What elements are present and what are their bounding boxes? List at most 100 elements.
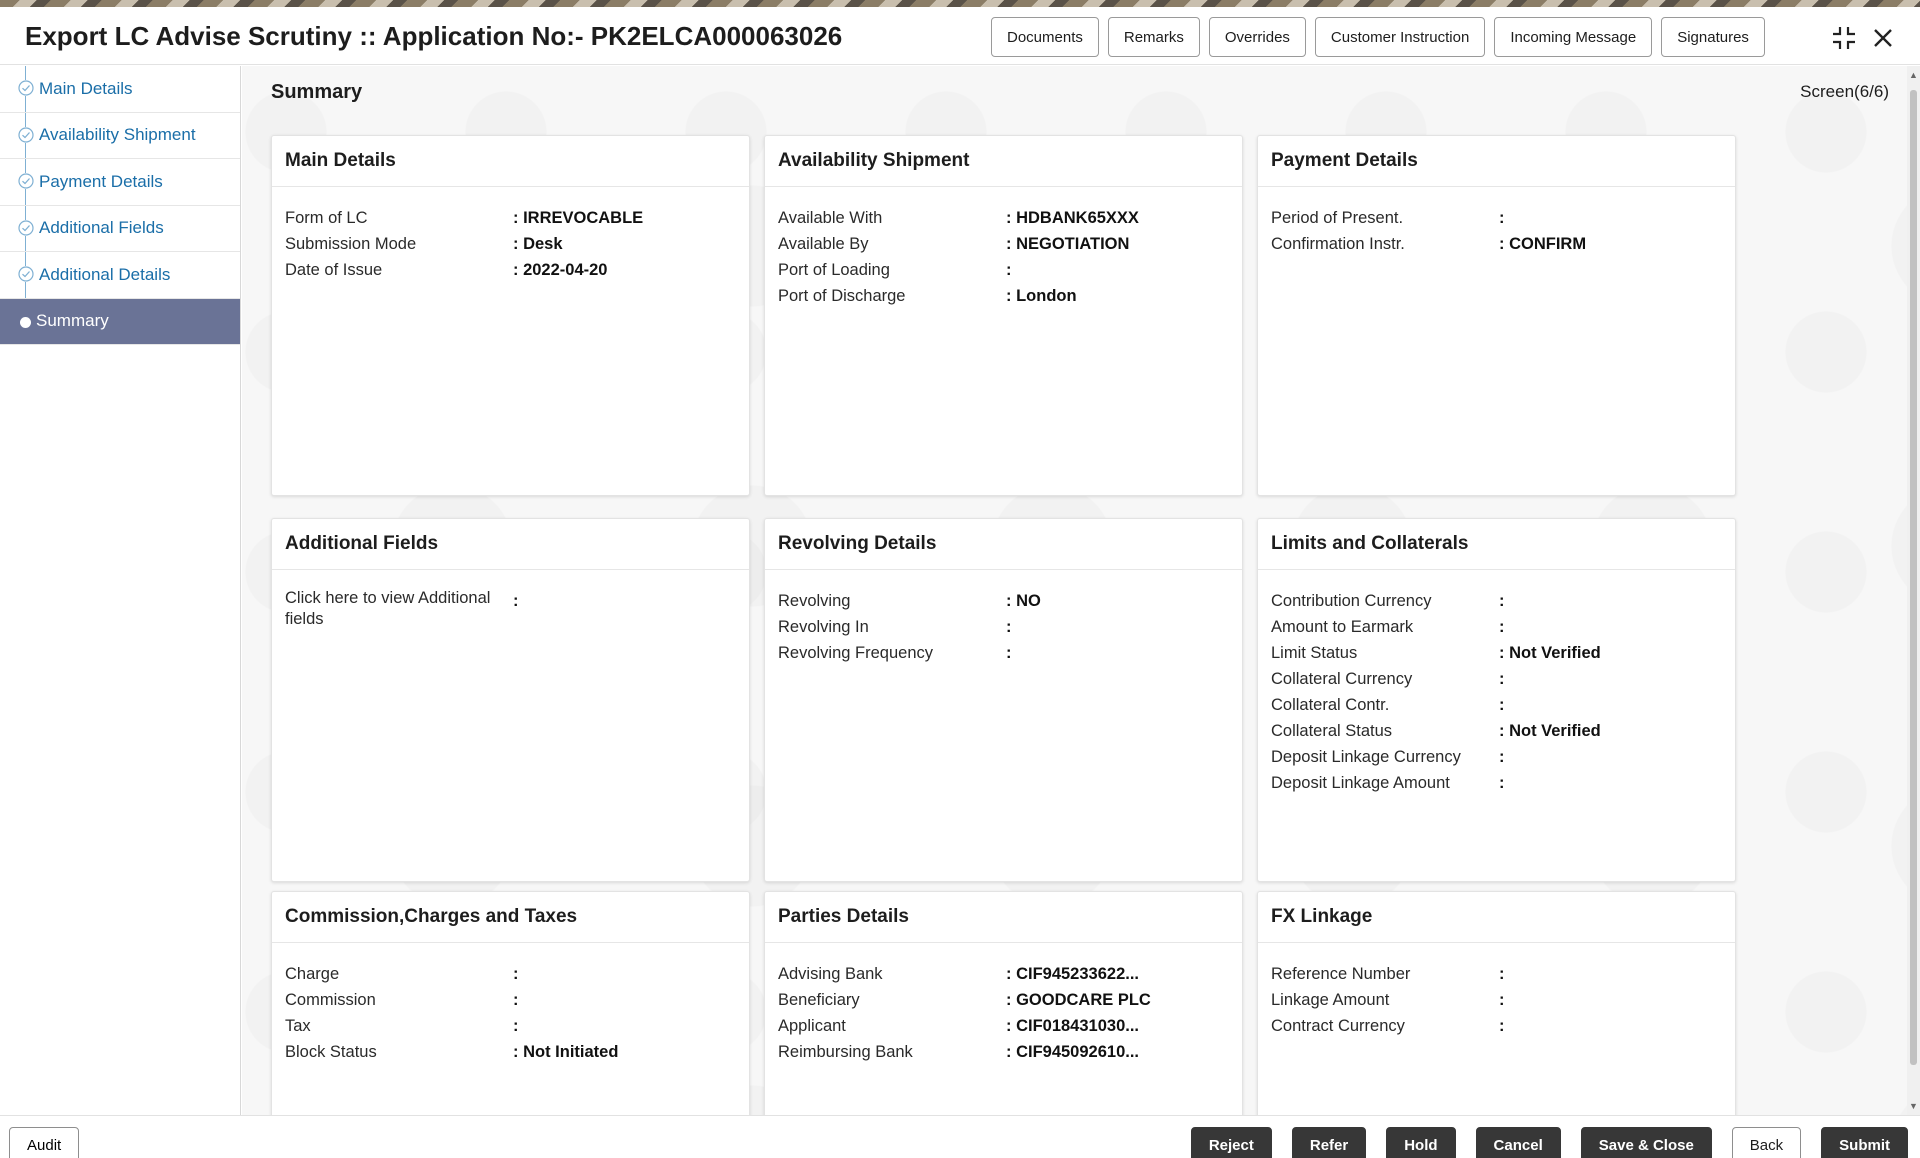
field-label: Form of LC (285, 205, 513, 231)
card-fx-linkage[interactable]: FX Linkage Reference Number: Linkage Amo… (1257, 891, 1736, 1115)
field-label: Reference Number (1271, 961, 1499, 987)
card-title: Limits and Collaterals (1258, 519, 1735, 570)
vertical-scrollbar[interactable]: ▲ ▼ (1907, 66, 1920, 1115)
card-revolving-details[interactable]: Revolving Details Revolving: NO Revolvin… (764, 518, 1243, 882)
field-row: Port of Discharge: London (778, 283, 1229, 309)
card-payment-details[interactable]: Payment Details Period of Present.: Conf… (1257, 135, 1736, 496)
field-label: Collateral Contr. (1271, 692, 1499, 718)
field-value: : Desk (513, 231, 563, 257)
field-label: Tax (285, 1013, 513, 1039)
field-value: : (1499, 744, 1505, 770)
card-title: Additional Fields (272, 519, 749, 570)
field-row: Submission Mode: Desk (285, 231, 736, 257)
hold-button[interactable]: Hold (1386, 1127, 1455, 1158)
card-availability-shipment[interactable]: Availability Shipment Available With: HD… (764, 135, 1243, 496)
field-row: Limit Status: Not Verified (1271, 640, 1722, 666)
sidebar-item-payment-details[interactable]: Payment Details (0, 159, 240, 206)
documents-button[interactable]: Documents (991, 17, 1099, 57)
overrides-button[interactable]: Overrides (1209, 17, 1306, 57)
check-circle-icon (18, 80, 34, 96)
field-row: Beneficiary: GOODCARE PLC (778, 987, 1229, 1013)
incoming-message-button[interactable]: Incoming Message (1494, 17, 1652, 57)
card-additional-fields[interactable]: Additional Fields Click here to view Add… (271, 518, 750, 882)
field-value: : (1499, 692, 1505, 718)
field-row: Revolving In: (778, 614, 1229, 640)
application-window: Export LC Advise Scrutiny :: Application… (0, 7, 1920, 1158)
field-row: Contract Currency: (1271, 1013, 1722, 1039)
scroll-up-arrow-icon[interactable]: ▲ (1909, 70, 1918, 80)
remarks-button[interactable]: Remarks (1108, 17, 1200, 57)
field-row: Period of Present.: (1271, 205, 1722, 231)
scrollbar-thumb[interactable] (1910, 90, 1917, 1065)
collapse-icon[interactable] (1830, 24, 1858, 52)
field-value: : (1499, 588, 1505, 614)
submit-button[interactable]: Submit (1821, 1127, 1908, 1158)
signatures-button[interactable]: Signatures (1661, 17, 1765, 57)
field-row: Revolving Frequency: (778, 640, 1229, 666)
field-value: : (513, 588, 519, 630)
field-value: : CIF945233622... (1006, 961, 1139, 987)
card-main-details[interactable]: Main Details Form of LC: IRREVOCABLE Sub… (271, 135, 750, 496)
back-button[interactable]: Back (1732, 1127, 1801, 1158)
page-title: Export LC Advise Scrutiny :: Application… (25, 21, 842, 52)
sidebar-item-availability-shipment[interactable]: Availability Shipment (0, 113, 240, 160)
field-value: : CONFIRM (1499, 231, 1586, 257)
field-label: Contribution Currency (1271, 588, 1499, 614)
field-row: Contribution Currency: (1271, 588, 1722, 614)
field-value: : (1006, 640, 1012, 666)
field-value: : NO (1006, 588, 1041, 614)
card-title: Main Details (272, 136, 749, 187)
field-row: Collateral Contr.: (1271, 692, 1722, 718)
title-bar: Export LC Advise Scrutiny :: Application… (0, 7, 1920, 65)
field-value: : (513, 961, 519, 987)
field-value: : Not Verified (1499, 640, 1601, 666)
field-row: Block Status: Not Initiated (285, 1039, 736, 1065)
field-label: Commission (285, 987, 513, 1013)
field-value: : (513, 1013, 519, 1039)
close-icon[interactable] (1869, 24, 1897, 52)
save-and-close-button[interactable]: Save & Close (1581, 1127, 1712, 1158)
field-value: : (1499, 666, 1505, 692)
scroll-down-arrow-icon[interactable]: ▼ (1909, 1101, 1918, 1111)
active-step-dot-icon (20, 317, 31, 328)
field-row: Form of LC: IRREVOCABLE (285, 205, 736, 231)
card-commission-charges-taxes[interactable]: Commission,Charges and Taxes Charge: Com… (271, 891, 750, 1115)
refer-button[interactable]: Refer (1292, 1127, 1366, 1158)
field-label: Limit Status (1271, 640, 1499, 666)
sidebar-item-additional-fields[interactable]: Additional Fields (0, 206, 240, 253)
field-row: Commission: (285, 987, 736, 1013)
sidebar-item-additional-details[interactable]: Additional Details (0, 252, 240, 299)
field-row: Confirmation Instr.: CONFIRM (1271, 231, 1722, 257)
card-parties-details[interactable]: Parties Details Advising Bank: CIF945233… (764, 891, 1243, 1115)
section-title: Summary (271, 81, 362, 104)
footer-action-bar: Audit Reject Refer Hold Cancel Save & Cl… (0, 1115, 1920, 1158)
field-value: : (1499, 614, 1505, 640)
field-label: Confirmation Instr. (1271, 231, 1499, 257)
field-label: Contract Currency (1271, 1013, 1499, 1039)
customer-instruction-button[interactable]: Customer Instruction (1315, 17, 1485, 57)
field-row: Applicant: CIF018431030... (778, 1013, 1229, 1039)
field-value: : 2022-04-20 (513, 257, 607, 283)
field-row: Amount to Earmark: (1271, 614, 1722, 640)
field-row: Linkage Amount: (1271, 987, 1722, 1013)
card-title: Revolving Details (765, 519, 1242, 570)
field-value: : CIF018431030... (1006, 1013, 1139, 1039)
card-limits-and-collaterals[interactable]: Limits and Collaterals Contribution Curr… (1257, 518, 1736, 882)
card-title: Commission,Charges and Taxes (272, 892, 749, 943)
field-value: : (1499, 961, 1505, 987)
field-row: Reimbursing Bank: CIF945092610... (778, 1039, 1229, 1065)
field-value: : IRREVOCABLE (513, 205, 643, 231)
screen-indicator: Screen(6/6) (1800, 82, 1889, 102)
field-row: Tax: (285, 1013, 736, 1039)
sidebar-item-summary[interactable]: Summary (0, 299, 240, 346)
field-label: Advising Bank (778, 961, 1006, 987)
sidebar-item-main-details[interactable]: Main Details (0, 66, 240, 113)
field-row: Click here to view Additional fields: (285, 588, 736, 630)
cancel-button[interactable]: Cancel (1476, 1127, 1561, 1158)
view-additional-fields-link[interactable]: Click here to view Additional fields (285, 588, 513, 630)
card-title: Availability Shipment (765, 136, 1242, 187)
field-label: Revolving In (778, 614, 1006, 640)
audit-button[interactable]: Audit (9, 1127, 79, 1158)
reject-button[interactable]: Reject (1191, 1127, 1272, 1158)
check-circle-icon (18, 220, 34, 236)
